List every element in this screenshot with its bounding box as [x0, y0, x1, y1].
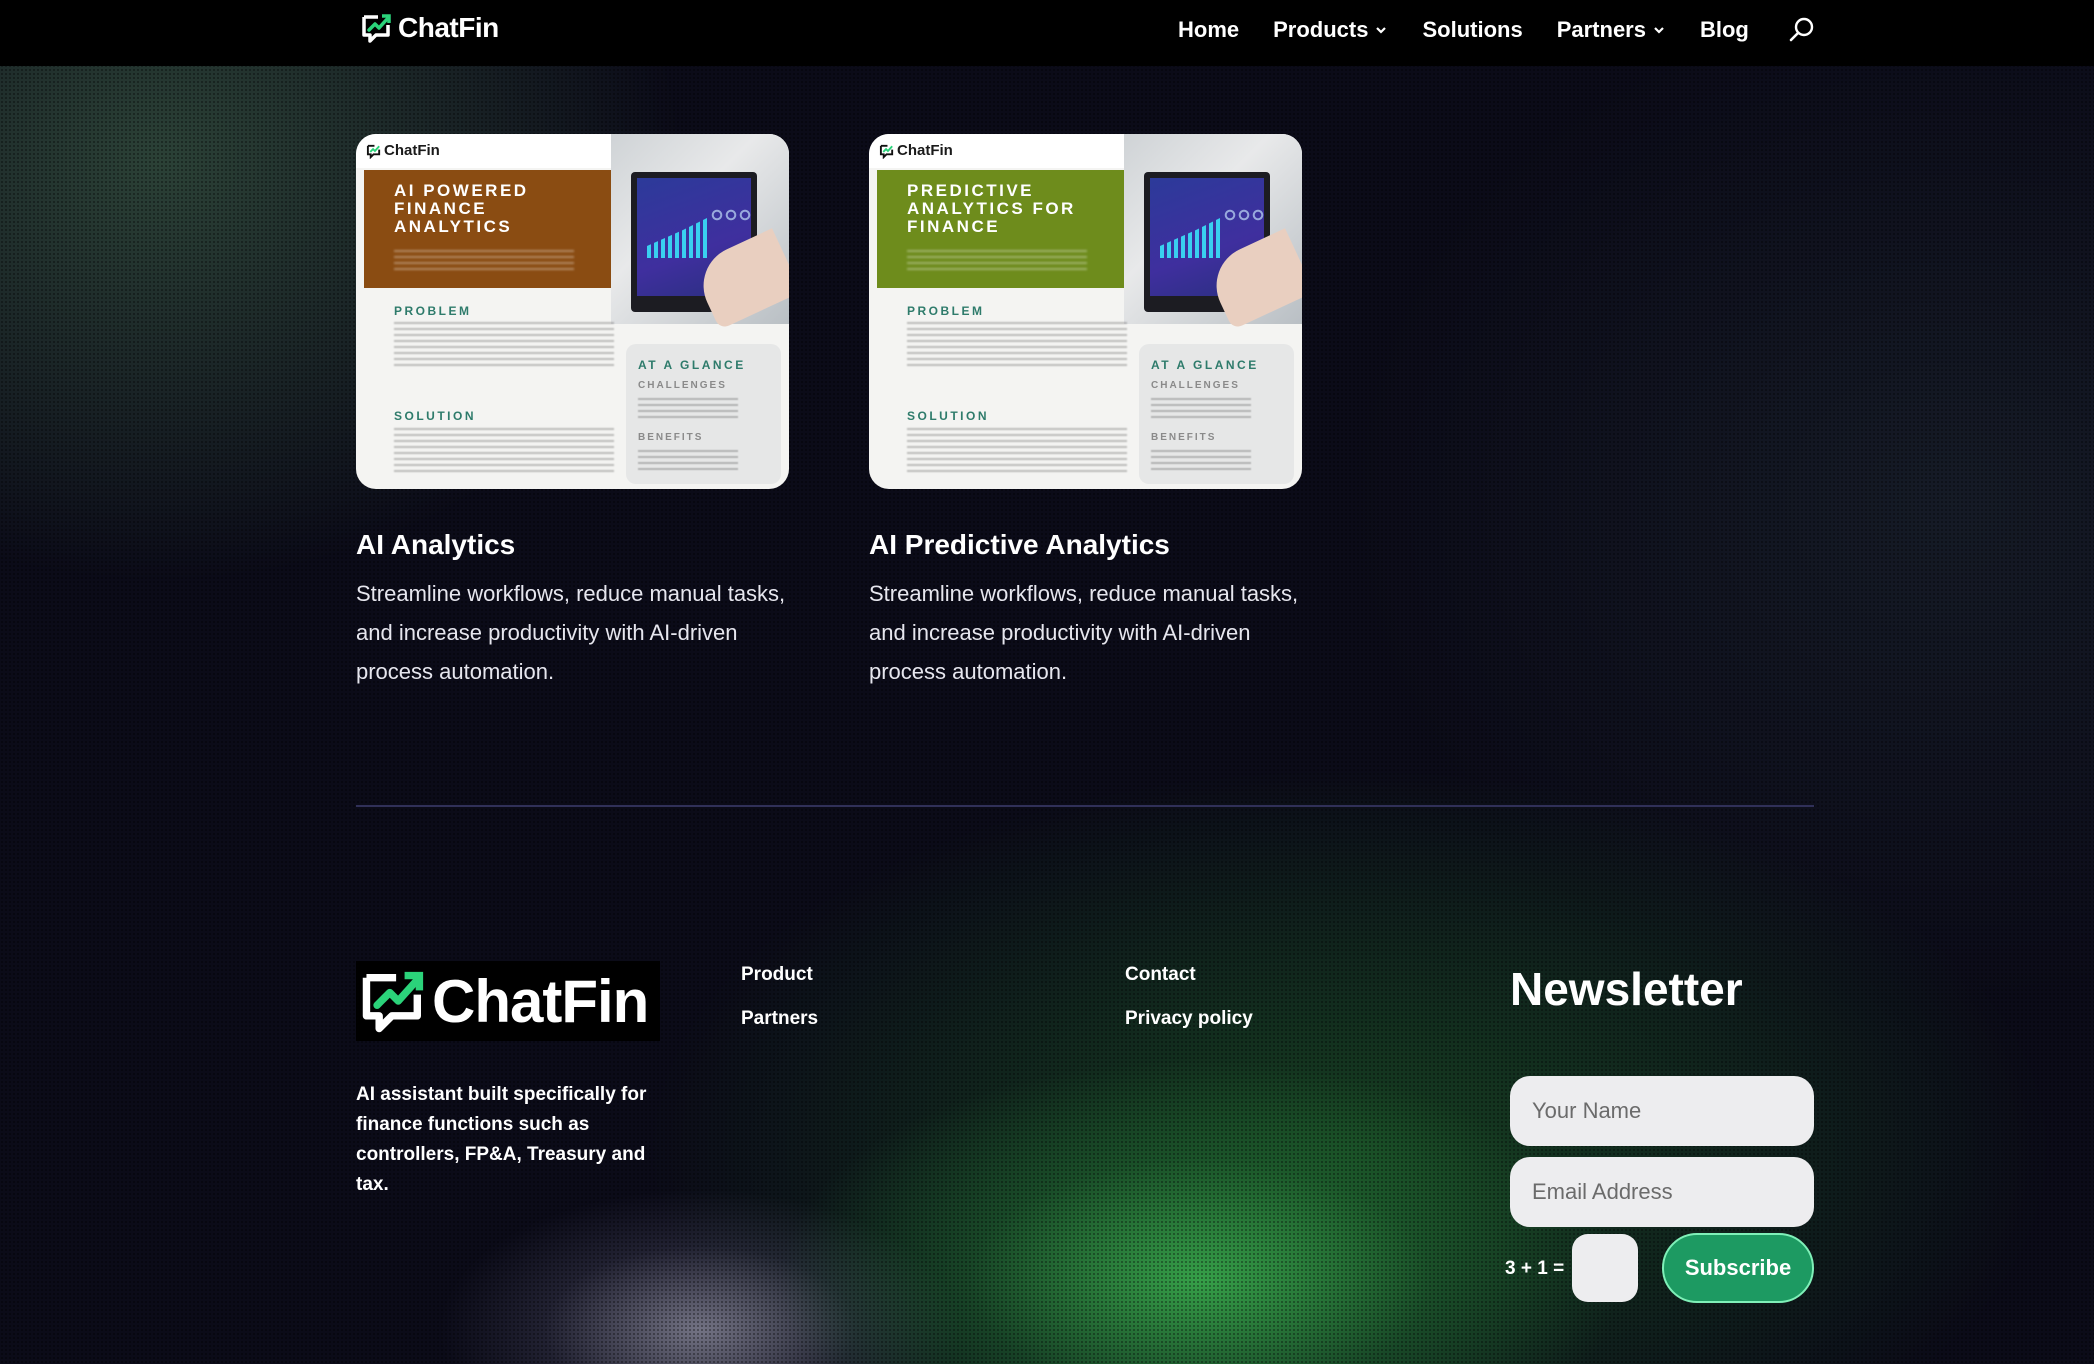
card-image-challenges-text	[1151, 398, 1251, 420]
card-image-logo: ChatFin	[366, 142, 440, 159]
search-icon[interactable]	[1788, 16, 1816, 44]
footer-link-partners[interactable]: Partners	[741, 1008, 818, 1030]
nav-blog[interactable]: Blog	[1700, 17, 1749, 43]
card-image-problem-label: PROBLEM	[394, 304, 472, 318]
nav-partners[interactable]: Partners	[1557, 17, 1666, 43]
subscribe-button[interactable]: Subscribe	[1662, 1233, 1814, 1303]
card-image-title: AI POWERED FINANCE ANALYTICS	[394, 181, 529, 236]
card-image-blurred-text	[394, 250, 574, 274]
card-image-problem-text	[907, 322, 1127, 370]
newsletter-email-input[interactable]	[1510, 1157, 1814, 1227]
card-image-benefits-label: BENEFITS	[1151, 432, 1217, 443]
footer-logo[interactable]: ChatFin	[356, 961, 660, 1041]
card-image-title-band: AI POWERED FINANCE ANALYTICS	[364, 170, 612, 288]
nav-solutions[interactable]: Solutions	[1422, 17, 1522, 43]
card-image-solution-label: SOLUTION	[907, 409, 989, 423]
footer-link-privacy-policy[interactable]: Privacy policy	[1125, 1008, 1253, 1030]
footer-about-text: AI assistant built specifically for fina…	[356, 1084, 647, 1195]
chevron-down-icon	[1654, 27, 1664, 34]
card-image-challenges-label: CHALLENGES	[638, 380, 727, 391]
captcha-answer-input[interactable]	[1572, 1234, 1638, 1302]
card-image[interactable]: ChatFin PREDICTIVE ANALYTICS FOR FINANCE…	[869, 134, 1302, 489]
card-image-solution-label: SOLUTION	[394, 409, 476, 423]
card-description: Streamline workflows, reduce manual task…	[869, 581, 1299, 684]
footer-link-contact[interactable]: Contact	[1125, 964, 1196, 986]
header-logo[interactable]: ChatFin	[360, 10, 499, 46]
card-image-solution-text	[907, 428, 1127, 476]
chatfin-logo-icon	[879, 144, 894, 159]
chevron-down-icon	[1376, 27, 1387, 34]
chatfin-logo-icon	[362, 971, 424, 1033]
newsletter-title: Newsletter	[1510, 963, 1743, 1015]
card-image-solution-text	[394, 428, 614, 476]
card-image-challenges-label: CHALLENGES	[1151, 380, 1240, 391]
header-brand-name: ChatFin	[398, 12, 499, 43]
site-header: ChatFin Home Products Solutions Partners…	[0, 0, 2094, 66]
card-image-glance-label: AT A GLANCE	[638, 358, 746, 372]
footer-brand-name: ChatFin	[432, 967, 649, 1035]
card-title[interactable]: AI Predictive Analytics	[869, 529, 1170, 561]
card-image-glance-label: AT A GLANCE	[1151, 358, 1259, 372]
screen-chart	[1160, 218, 1220, 258]
card-image-challenges-text	[638, 398, 738, 420]
card-image-glance-box: AT A GLANCE CHALLENGES BENEFITS	[1139, 344, 1294, 484]
card-image-brand: ChatFin	[384, 142, 440, 159]
monitor-photo	[1124, 134, 1302, 330]
chatfin-logo-icon	[362, 14, 391, 43]
captcha-question: 3 + 1 =	[1505, 1258, 1565, 1279]
nav-products[interactable]: Products	[1273, 17, 1388, 43]
screen-chart	[647, 218, 707, 258]
card-image-blurred-text	[907, 250, 1087, 274]
nav-blog-label: Blog	[1699, 17, 1749, 42]
card-image-title-band: PREDICTIVE ANALYTICS FOR FINANCE	[877, 170, 1125, 288]
nav-home-label: Home	[1178, 17, 1240, 42]
card-image-problem-label: PROBLEM	[907, 304, 985, 318]
card-title[interactable]: AI Analytics	[356, 529, 515, 561]
screen-rings	[1224, 208, 1264, 222]
screen-rings	[711, 208, 751, 222]
card-image-title: PREDICTIVE ANALYTICS FOR FINANCE	[907, 181, 1076, 236]
nav-products-label: Products	[1273, 17, 1369, 42]
card-description: Streamline workflows, reduce manual task…	[356, 581, 786, 684]
nav-solutions-label: Solutions	[1422, 17, 1523, 42]
newsletter-name-input[interactable]	[1510, 1076, 1814, 1146]
card-image-problem-text	[394, 322, 614, 370]
card-image-benefits-label: BENEFITS	[638, 432, 704, 443]
section-divider	[356, 805, 1814, 807]
card-image-benefits-text	[1151, 450, 1251, 472]
main-nav: Home Products Solutions Partners Blog	[1178, 14, 1783, 46]
card-image-logo: ChatFin	[879, 142, 953, 159]
card-image[interactable]: ChatFin AI POWERED FINANCE ANALYTICS PRO…	[356, 134, 789, 489]
nav-partners-label: Partners	[1556, 17, 1646, 42]
monitor-photo	[611, 134, 789, 330]
card-image-benefits-text	[638, 450, 738, 472]
nav-home[interactable]: Home	[1178, 17, 1239, 43]
card-image-glance-box: AT A GLANCE CHALLENGES BENEFITS	[626, 344, 781, 484]
footer-link-product[interactable]: Product	[741, 964, 813, 986]
chatfin-logo-icon	[366, 144, 381, 159]
card-image-brand: ChatFin	[897, 142, 953, 159]
